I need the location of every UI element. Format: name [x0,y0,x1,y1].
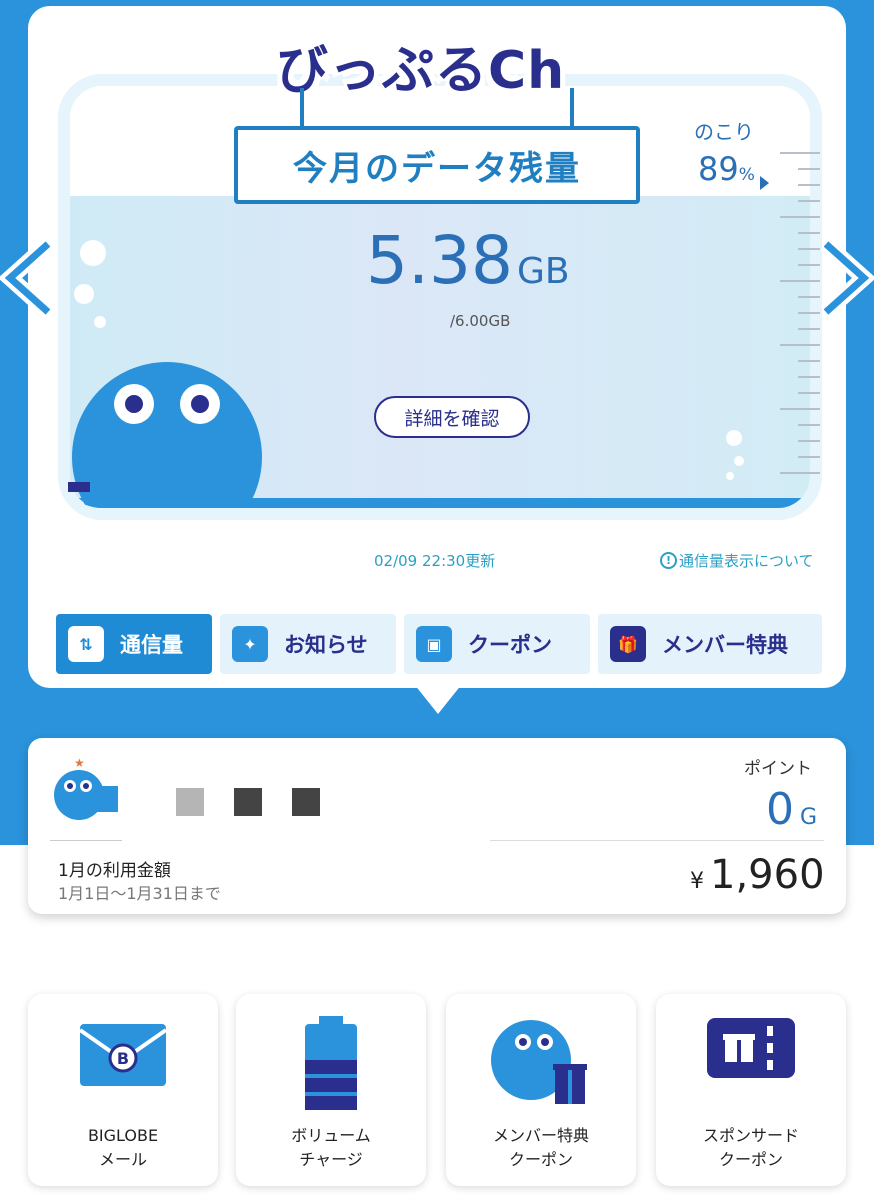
tab-label: 通信量 [120,633,183,657]
usage-info-link-label: 通信量表示について [679,552,814,570]
scale-tick [780,152,820,154]
scale-tick [798,232,820,234]
detail-button[interactable]: 詳細を確認 [374,396,530,438]
svg-text:B: B [117,1049,129,1068]
data-usage-icon: ⇅ [68,626,104,662]
mascot-mouth [68,482,90,492]
battery-icon [305,1016,357,1110]
masked-name-block [234,788,262,816]
shortcut-volume-charge[interactable]: ボリューム チャージ [236,994,426,1186]
gift-icon: 🎁 [610,626,646,662]
shortcut-biglobe-mail[interactable]: B BIGLOBE メール [28,994,218,1186]
app-logo: びっぷるCh [276,41,566,101]
shortcut-member-coupon[interactable]: メンバー特典 クーポン [446,994,636,1186]
shortcut-sponsored-coupon[interactable]: スポンサード クーポン [656,994,846,1186]
scale-tick [798,200,820,202]
mascot-gift-icon [491,1020,587,1104]
shortcut-label: BIGLOBE メール [87,1126,159,1169]
sign-rope-right [570,88,574,130]
scale-tick [798,392,820,394]
remaining-data-value: 5.38 GB [366,222,570,299]
sparkle-icon: ✦ [232,626,268,662]
scale-tick [780,408,820,410]
mail-icon: B [78,1024,168,1086]
scale-tick [798,168,820,170]
percent-marker-icon [760,176,769,190]
scale-tick [780,216,820,218]
divider [490,840,824,841]
tab-coupon[interactable]: ▣ クーポン [404,614,590,674]
scale-tick [798,424,820,426]
avatar-mask [96,786,118,812]
bubble-icon [80,240,106,266]
next-arrow-icon[interactable] [814,238,874,318]
scale-tick [798,184,820,186]
ticket-icon: ▣ [416,626,452,662]
points-label: ポイント [744,759,812,779]
shortcut-label: スポンサード クーポン [702,1126,799,1169]
gift-ticket-icon [707,1018,795,1078]
mascot-eye-right [180,384,220,424]
mascot-icon [72,362,262,508]
sign-rope-left [300,88,304,130]
total-data: /6.00GB [450,312,511,330]
tab-news[interactable]: ✦ お知らせ [220,614,396,674]
scale-tick [798,440,820,442]
usage-info-link[interactable]: ! 通信量表示について [660,550,814,571]
avatar-eye-right [80,780,92,792]
scale-tick [798,328,820,330]
remaining-label: のこり [694,120,754,144]
scale-tick [780,472,820,474]
bubble-icon [74,284,94,304]
star-icon: ★ [74,756,85,770]
tab-label: メンバー特典 [662,633,788,657]
updated-timestamp: 02/09 22:30更新 [374,552,496,570]
scale-tick [798,376,820,378]
tab-label: クーポン [468,633,552,657]
shortcut-label: メンバー特典 クーポン [492,1126,589,1169]
bubble-icon [726,430,742,446]
bill-period: 1月1日〜1月31日まで [58,884,221,903]
bubble-icon [734,456,744,466]
name-underline [50,840,122,841]
tab-member-benefits[interactable]: 🎁 メンバー特典 [598,614,822,674]
remaining-percent: 89% [698,150,755,188]
bubble-icon [94,316,106,328]
masked-name-block [292,788,320,816]
shortcut-label: ボリューム チャージ [291,1126,371,1169]
page-title: 今月のデータ残量 [234,126,640,204]
masked-name-block [176,788,204,816]
scale-tick [780,344,820,346]
card-pointer [414,684,462,714]
avatar-eye-left [64,780,76,792]
mascot-eye-left [114,384,154,424]
tab-label: お知らせ [284,633,368,657]
tab-data-usage[interactable]: ⇅ 通信量 [56,614,212,674]
scale-tick [798,360,820,362]
info-icon: ! [660,552,677,569]
bubble-icon [726,472,734,480]
bill-title: 1月の利用金額 [58,861,171,881]
prev-arrow-icon[interactable] [0,238,60,318]
bill-amount: ¥1,960 [690,852,825,898]
scale-tick [798,456,820,458]
points-value: 0G [766,784,818,835]
